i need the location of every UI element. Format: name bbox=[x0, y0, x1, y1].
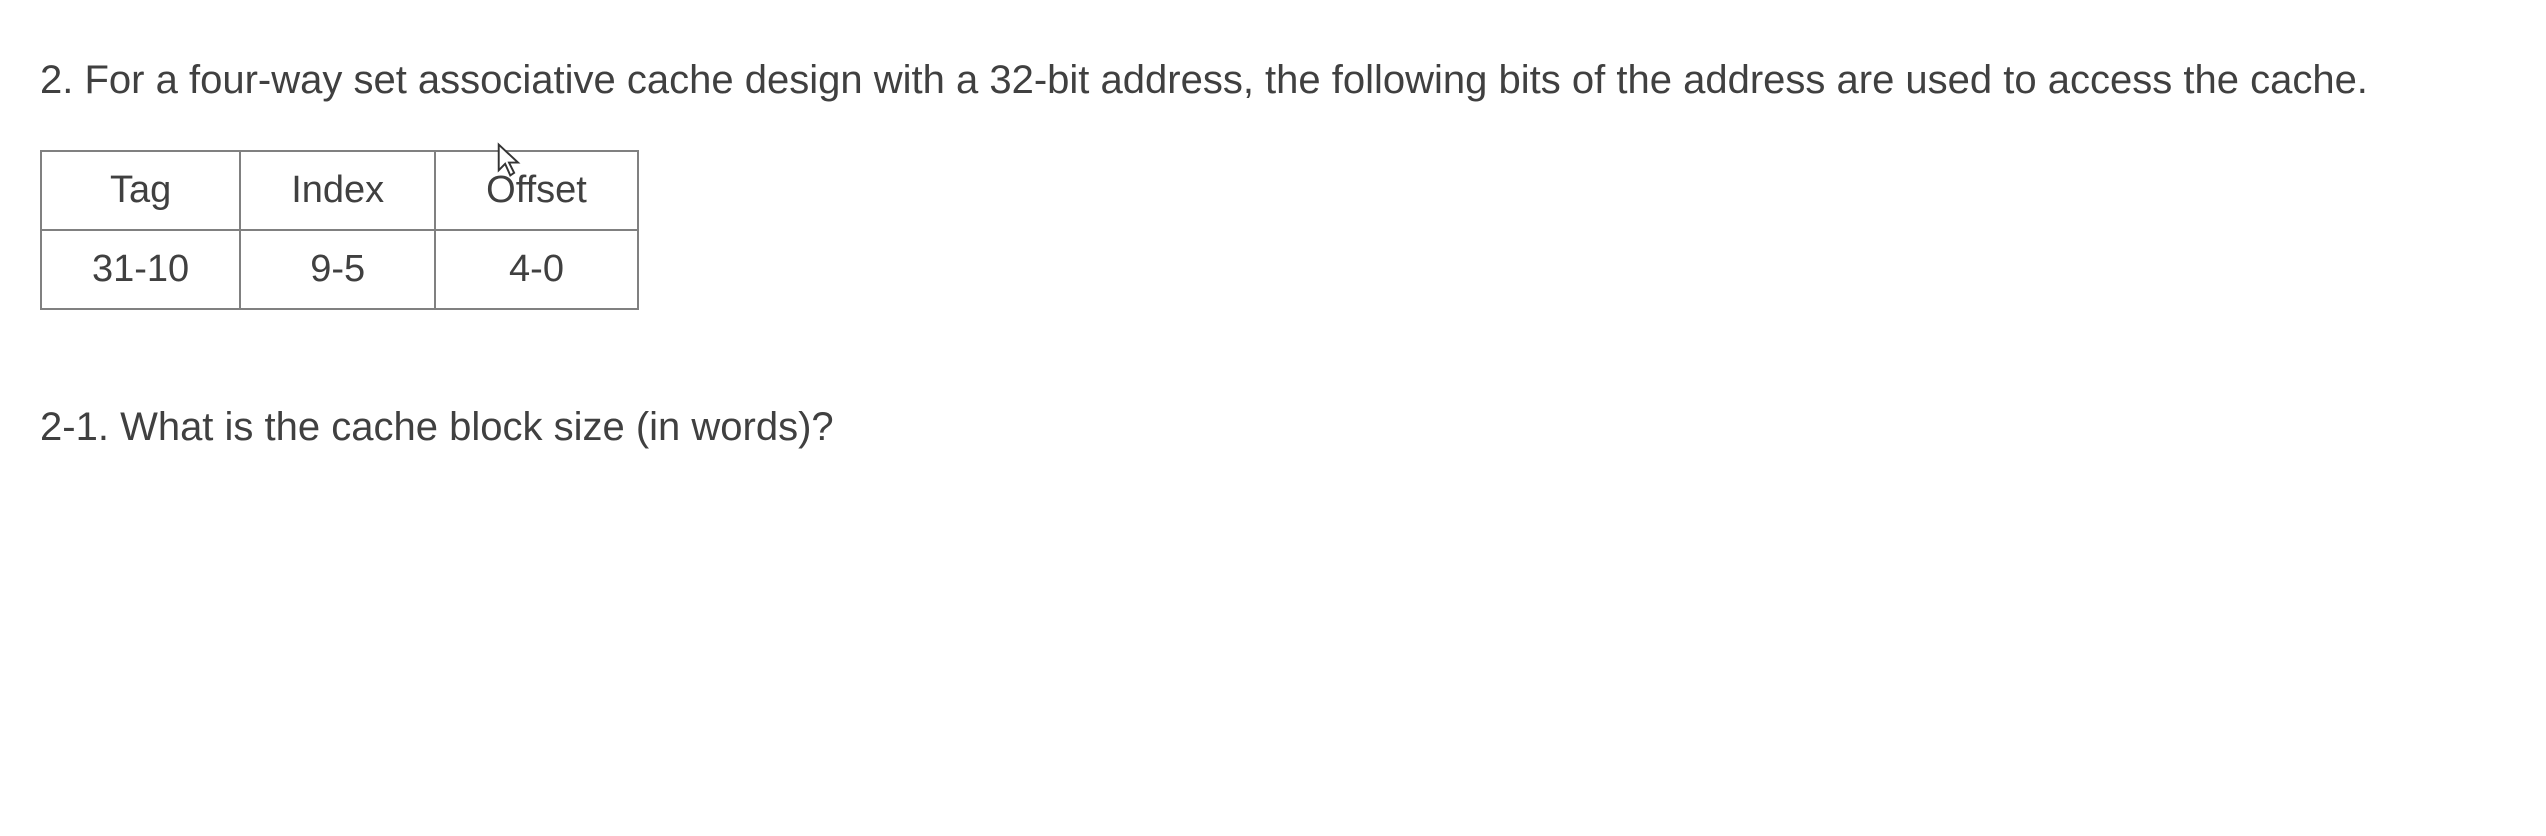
question-text: 2. For a four-way set associative cache … bbox=[40, 50, 2506, 110]
header-index: Index bbox=[240, 151, 435, 230]
table-value-row: 31-10 9-5 4-0 bbox=[41, 230, 638, 309]
sub-question-body: What is the cache block size (in words)? bbox=[120, 405, 834, 449]
sub-question-number: 2-1. bbox=[40, 405, 109, 449]
header-tag: Tag bbox=[41, 151, 240, 230]
sub-question-text: 2-1. What is the cache block size (in wo… bbox=[40, 397, 2506, 457]
cursor-icon bbox=[495, 142, 523, 178]
value-offset: 4-0 bbox=[435, 230, 638, 309]
address-bits-table: Tag Index Offset 31-10 9-5 4-0 bbox=[40, 150, 639, 310]
question-body: For a four-way set associative cache des… bbox=[84, 58, 2367, 102]
table-container: Tag Index Offset 31-10 9-5 4-0 bbox=[40, 150, 639, 380]
header-offset: Offset bbox=[435, 151, 638, 230]
question-number: 2. bbox=[40, 58, 73, 102]
value-tag: 31-10 bbox=[41, 230, 240, 309]
value-index: 9-5 bbox=[240, 230, 435, 309]
table-header-row: Tag Index Offset bbox=[41, 151, 638, 230]
